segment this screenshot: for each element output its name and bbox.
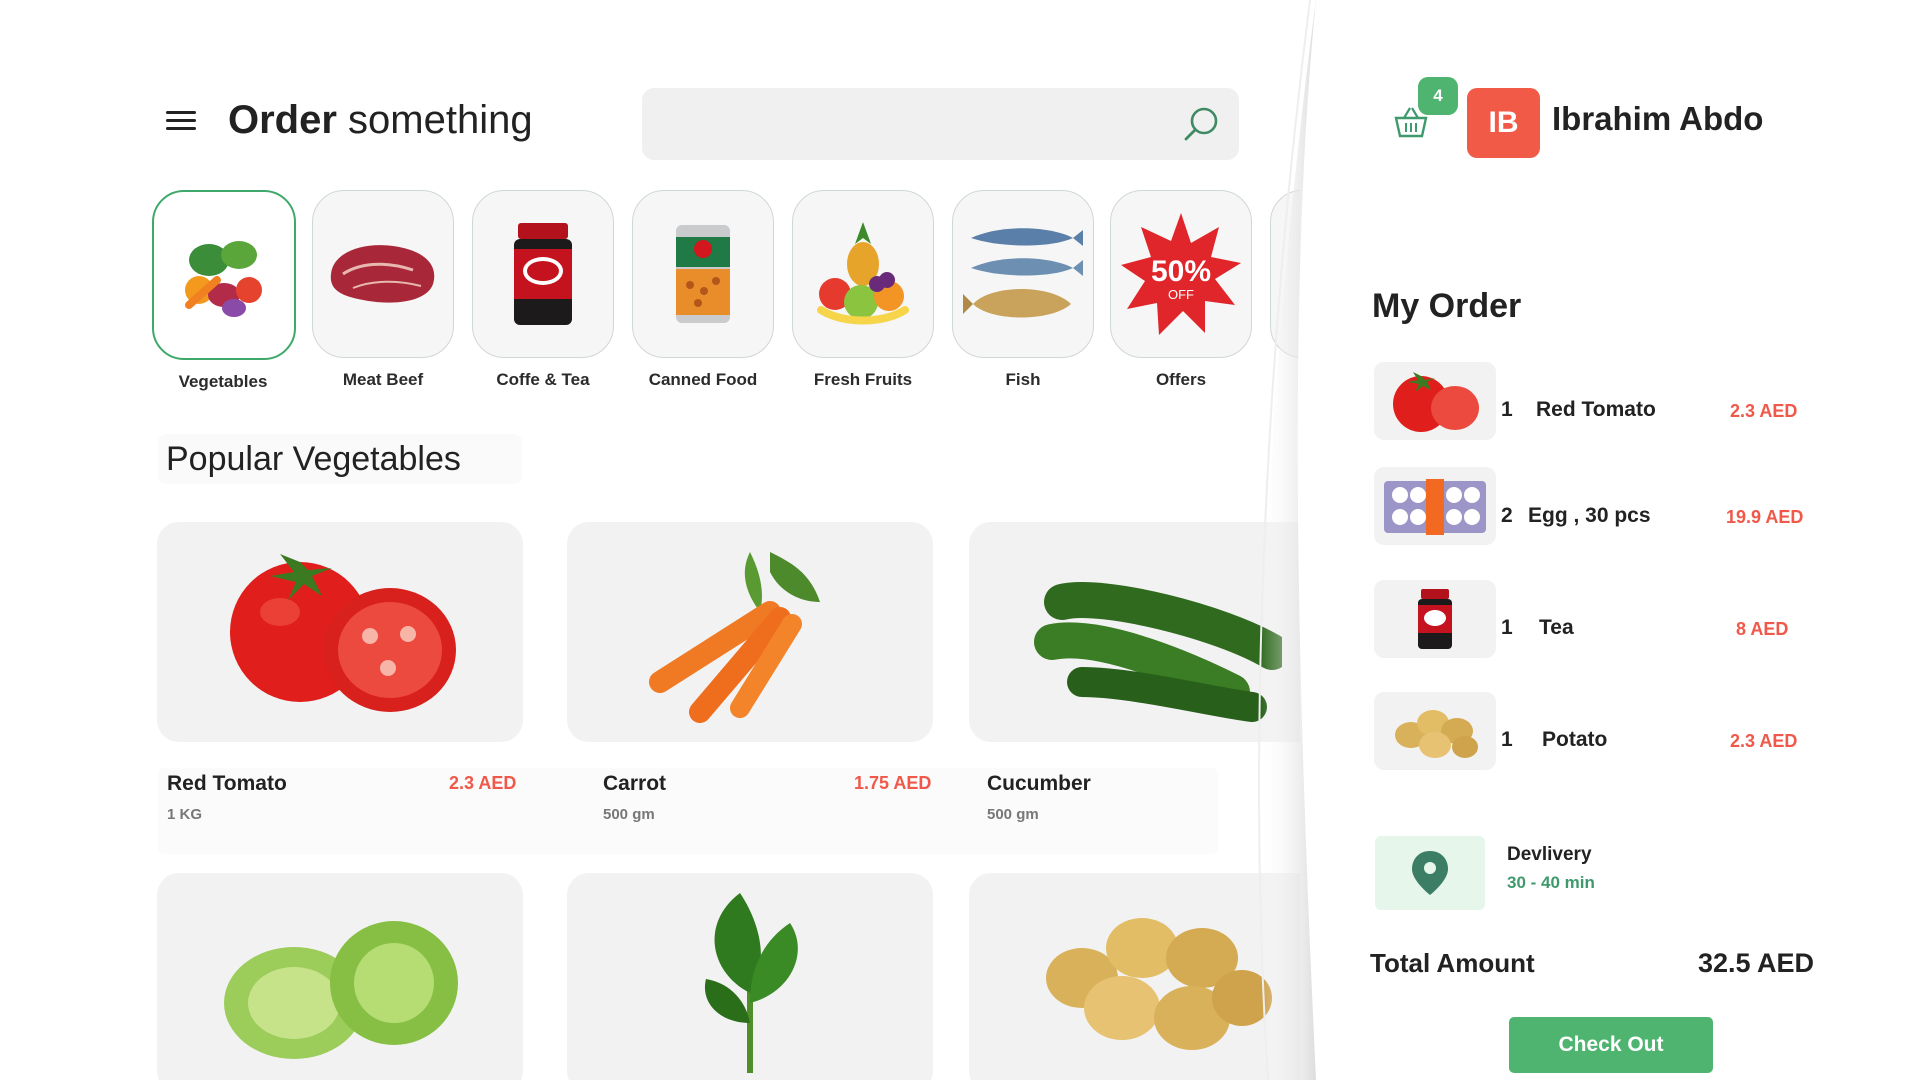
- search-icon[interactable]: [1181, 104, 1221, 144]
- order-item-qty: 1: [1501, 616, 1513, 639]
- category-label: Offers: [1155, 370, 1207, 389]
- search-bar: [642, 88, 1239, 162]
- delivery-label: Devlivery: [1507, 844, 1592, 865]
- product-card-tomato[interactable]: [157, 522, 523, 742]
- category-label: Coffe & Tea: [496, 370, 590, 389]
- fruits-icon: [817, 222, 909, 325]
- order-item-image: [1374, 692, 1496, 770]
- category-label: Meat Beef: [342, 370, 424, 389]
- product-image[interactable]: [157, 873, 523, 1080]
- can-icon: [676, 225, 730, 323]
- order-item-name: Egg , 30 pcs: [1528, 504, 1651, 527]
- product-name: Carrot: [603, 772, 667, 795]
- checkout-button[interactable]: Check Out: [1509, 1017, 1713, 1073]
- category-label: Canned Food: [648, 370, 758, 389]
- category-tile[interactable]: [472, 190, 614, 358]
- category-tile[interactable]: 50% OFF: [1110, 190, 1252, 358]
- order-item-name: Tea: [1539, 616, 1574, 639]
- avatar[interactable]: IB: [1467, 88, 1540, 158]
- hamburger-menu-icon[interactable]: [166, 106, 196, 136]
- order-item-qty: 1: [1501, 398, 1513, 421]
- shop-main: Order something Vegetables Meat Beef Cof…: [0, 0, 1300, 1080]
- category-tile[interactable]: [952, 190, 1094, 358]
- product-price: 1.75 AED: [854, 773, 932, 793]
- order-item-qty: 1: [1501, 728, 1513, 751]
- tomato-icon: [1393, 372, 1479, 432]
- product-card-spinach[interactable]: [567, 873, 933, 1080]
- product-card-lettuce[interactable]: [157, 873, 523, 1080]
- category-tile[interactable]: [792, 190, 934, 358]
- order-item-image: [1374, 467, 1496, 545]
- order-item-price: 2.3 AED: [1730, 731, 1798, 751]
- total-label: Total Amount: [1370, 948, 1535, 978]
- page-title: Order something: [228, 98, 533, 142]
- product-name: Cucumber: [987, 772, 1091, 795]
- category-strip: Vegetables Meat Beef Coffe & Tea Canned …: [152, 190, 1300, 400]
- order-item-qty: 2: [1501, 504, 1513, 527]
- category-tile[interactable]: [152, 190, 296, 360]
- product-name: Red Tomato: [167, 772, 287, 795]
- order-item-name: Red Tomato: [1536, 398, 1656, 421]
- svg-text:50%: 50%: [1151, 255, 1211, 288]
- category-vegetables[interactable]: Vegetables: [152, 190, 296, 392]
- delivery-location-box: [1375, 836, 1485, 910]
- order-item-price: 19.9 AED: [1726, 507, 1804, 527]
- category-label: Vegetables: [178, 372, 268, 391]
- product-image[interactable]: [157, 522, 523, 742]
- top-bar: Order something: [166, 84, 1246, 166]
- cart-count-badge: 4: [1418, 77, 1458, 115]
- order-item-name: Potato: [1542, 728, 1608, 751]
- svg-text:OFF: OFF: [1168, 287, 1194, 302]
- fish-icon: [963, 228, 1083, 318]
- tomato-icon: [230, 554, 456, 712]
- order-title: My Order: [1372, 287, 1522, 325]
- product-price: 2.3 AED: [449, 773, 517, 793]
- section-title: Popular Vegetables: [158, 434, 522, 484]
- category-canned-food[interactable]: Canned Food: [632, 190, 774, 390]
- product-qty: 500 gm: [987, 806, 1039, 823]
- category-label: Fresh Fruits: [813, 370, 913, 389]
- search-input[interactable]: [662, 88, 1146, 162]
- delivery-time: 30 - 40 min: [1507, 873, 1595, 892]
- offer-badge-icon: 50% OFF: [1121, 213, 1241, 335]
- order-item-price: 8 AED: [1736, 619, 1789, 639]
- category-meat-beef[interactable]: Meat Beef: [312, 190, 454, 390]
- product-image[interactable]: [567, 522, 933, 742]
- tea-jar-icon: [1418, 589, 1452, 649]
- product-image[interactable]: [567, 873, 933, 1080]
- order-item-image: [1374, 362, 1496, 440]
- potato-icon: [1395, 710, 1478, 758]
- vegetables-icon: [185, 241, 262, 317]
- product-qty: 500 gm: [603, 806, 655, 823]
- category-tile[interactable]: [632, 190, 774, 358]
- lettuce-icon: [224, 921, 458, 1059]
- eggs-icon: [1384, 479, 1486, 535]
- beef-icon: [330, 245, 435, 303]
- product-qty: 1 KG: [167, 806, 203, 823]
- category-label: Fish: [1005, 370, 1041, 389]
- category-offers[interactable]: 50% OFF Offers: [1110, 190, 1252, 390]
- order-panel: [1268, 0, 1920, 1080]
- tea-jar-icon: [514, 223, 572, 325]
- category-coffee-tea[interactable]: Coffe & Tea: [472, 190, 614, 390]
- order-item-price: 2.3 AED: [1730, 401, 1798, 421]
- product-card-carrot[interactable]: [567, 522, 933, 742]
- user-name: Ibrahim Abdo: [1552, 100, 1764, 137]
- category-tile[interactable]: [312, 190, 454, 358]
- location-pin-icon: [1412, 851, 1448, 895]
- total-value: 32.5 AED: [1698, 948, 1815, 978]
- category-fresh-fruits[interactable]: Fresh Fruits: [792, 190, 934, 390]
- carrot-icon: [649, 552, 820, 723]
- order-item-image: [1374, 580, 1496, 658]
- category-fish[interactable]: Fish: [952, 190, 1094, 390]
- spinach-icon: [704, 893, 798, 1073]
